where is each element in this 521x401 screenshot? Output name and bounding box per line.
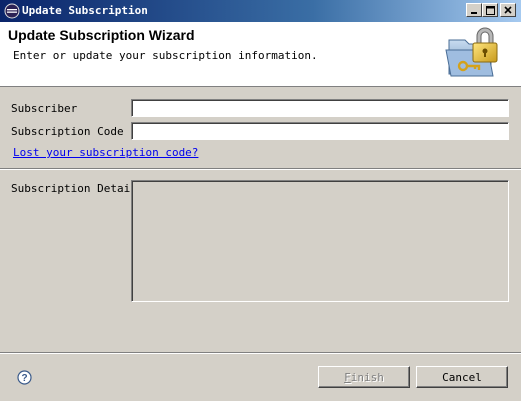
wizard-header: Update Subscription Wizard Enter or upda… xyxy=(0,22,521,87)
subscription-detail-area[interactable] xyxy=(131,180,509,302)
svg-text:?: ? xyxy=(21,373,27,384)
lost-subscription-code-link[interactable]: Lost your subscription code? xyxy=(13,146,198,159)
close-icon xyxy=(504,6,512,14)
close-button[interactable] xyxy=(500,3,516,17)
form-separator xyxy=(0,168,521,170)
subscription-code-input[interactable] xyxy=(131,122,509,140)
help-icon[interactable]: ? xyxy=(17,370,32,385)
title-bar[interactable]: Update Subscription xyxy=(0,0,521,22)
minimize-icon xyxy=(471,12,477,14)
maximize-icon xyxy=(485,5,495,15)
finish-button[interactable]: Finish xyxy=(318,366,410,388)
subscription-code-label: Subscription Code xyxy=(11,125,124,138)
finish-button-label: Finish xyxy=(344,370,384,384)
folder-lock-key-icon xyxy=(445,27,498,77)
footer-separator xyxy=(0,352,521,354)
wizard-title: Update Subscription Wizard xyxy=(8,27,195,43)
subscription-detail-label: Subscription Detail xyxy=(11,182,137,195)
wizard-description: Enter or update your subscription inform… xyxy=(13,49,318,62)
minimize-button[interactable] xyxy=(466,3,482,17)
subscriber-label: Subscriber xyxy=(11,102,78,115)
window-title: Update Subscription xyxy=(22,4,148,17)
maximize-button[interactable] xyxy=(482,3,498,17)
eclipse-app-icon xyxy=(4,3,20,19)
subscriber-input[interactable] xyxy=(131,99,509,117)
cancel-button[interactable]: Cancel xyxy=(416,366,508,388)
cancel-button-label: Cancel xyxy=(442,370,482,384)
